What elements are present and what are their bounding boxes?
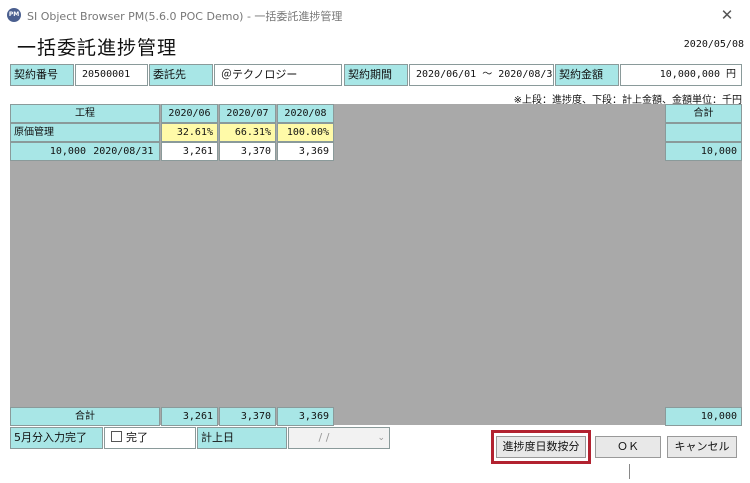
- ok-button[interactable]: ＯＫ: [595, 436, 661, 458]
- footer-grand-total: 10,000: [665, 407, 742, 426]
- month-header-1: 2020/06: [161, 104, 218, 123]
- posting-date-label: 計上日: [197, 427, 287, 449]
- cancel-button[interactable]: キャンセル: [667, 436, 737, 458]
- completion-label: 5月分入力完了: [10, 427, 103, 449]
- allocate-by-days-button[interactable]: 進捗度日数按分: [496, 436, 586, 458]
- completion-checkbox[interactable]: 完了: [104, 427, 196, 449]
- posting-date-value: / /: [318, 431, 330, 444]
- process-header: 工程: [10, 104, 160, 123]
- footer-total-label: 合計: [10, 407, 160, 426]
- completion-checkbox-label: 完了: [126, 431, 148, 444]
- process-end-date: 2020/08/31: [93, 146, 154, 157]
- chevron-down-icon[interactable]: ⌄: [377, 428, 385, 448]
- progress-total-cell: [665, 123, 742, 142]
- amount-label: 契約金額: [555, 64, 619, 86]
- vendor-label: 委託先: [149, 64, 213, 86]
- contract-number-value: 20500001: [75, 64, 148, 86]
- month-header-3: 2020/08: [277, 104, 334, 123]
- close-icon[interactable]: ✕: [715, 3, 739, 27]
- text-cursor-icon: [629, 464, 630, 479]
- checkbox-icon[interactable]: [111, 431, 122, 442]
- vendor-value: ＠テクノロジー: [214, 64, 342, 86]
- app-logo-icon: PM: [7, 8, 21, 22]
- period-value: 2020/06/01 ～ 2020/08/31: [409, 64, 554, 86]
- page-title: 一括委託進捗管理: [17, 37, 178, 59]
- progress-cell-1[interactable]: 32.61%: [161, 123, 218, 142]
- process-amount-row: 10,000 2020/08/31: [10, 142, 160, 161]
- posting-date-input[interactable]: / / ⌄: [288, 427, 390, 449]
- amount-value: 10,000,000 円: [620, 64, 742, 86]
- process-amount: 10,000: [49, 146, 86, 157]
- window-titlebar: PM SI Object Browser PM(5.6.0 POC Demo) …: [0, 0, 750, 30]
- row-total-cell: 10,000: [665, 142, 742, 161]
- current-date: 2020/05/08: [683, 39, 744, 50]
- progress-cell-2[interactable]: 66.31%: [219, 123, 276, 142]
- process-name: 原価管理: [10, 123, 160, 142]
- footer-total-1: 3,261: [161, 407, 218, 426]
- contract-number-label: 契約番号: [10, 64, 74, 86]
- progress-cell-3[interactable]: 100.00%: [277, 123, 334, 142]
- total-header: 合計: [665, 104, 742, 123]
- amount-cell-2[interactable]: 3,370: [219, 142, 276, 161]
- period-label: 契約期間: [344, 64, 408, 86]
- amount-cell-1[interactable]: 3,261: [161, 142, 218, 161]
- month-header-2: 2020/07: [219, 104, 276, 123]
- footer-total-2: 3,370: [219, 407, 276, 426]
- window-title: SI Object Browser PM(5.6.0 POC Demo) - 一…: [27, 10, 343, 23]
- footer-total-3: 3,369: [277, 407, 334, 426]
- amount-cell-3[interactable]: 3,369: [277, 142, 334, 161]
